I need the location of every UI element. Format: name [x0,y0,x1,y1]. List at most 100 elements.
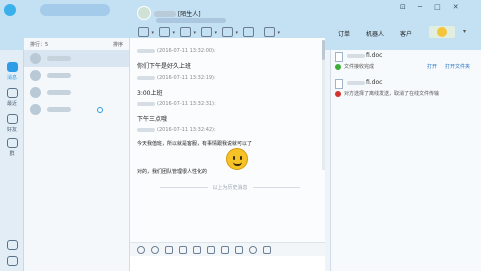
contact-name-blur [47,56,71,61]
window-controls: ⊡ ─ □ ✕ [400,3,459,11]
avatar [30,104,41,115]
voice-call-icon[interactable]: ▾ [138,27,154,37]
contact-name[interactable]: [陌生人] [154,9,234,18]
tab-orders[interactable]: 订单 [338,29,350,38]
sender-name-blur [137,49,155,53]
success-icon [335,63,341,70]
input-toolbar [130,242,325,256]
image-icon[interactable] [179,245,187,254]
more-tabs-icon[interactable]: ▾ [463,28,466,35]
share-screen-icon[interactable]: ▾ [201,27,217,37]
file-name-blur [347,53,365,58]
tab-robot[interactable]: 机器人 [366,29,384,38]
screenshot-icon[interactable] [193,245,201,254]
contact-name-blur [47,107,71,112]
message-time: (2016-07-11 13:32:19): [157,75,216,81]
message-text: 你们下午是好久上班 [137,63,192,70]
list-item[interactable] [24,101,129,118]
list-item[interactable] [24,84,129,101]
file-name: fi.doc [347,52,382,59]
status-area [40,4,110,16]
doc-file-icon [335,79,343,89]
remote-desktop-icon[interactable]: ▾ [180,27,196,37]
gif-icon[interactable] [151,245,159,254]
history-divider: 以上为历史消息 [160,183,301,191]
conversation-list: 排行：5 排序 [24,38,130,271]
nav-item-menu[interactable] [0,256,24,268]
tab-customers[interactable]: 客户 [400,29,412,38]
sort-count: 排行：5 [30,41,49,48]
globe-icon [97,106,103,113]
message-text: 今天我值班，所以就是客服，有事情跟我说就可以了 [137,141,253,147]
contact-avatar[interactable] [137,6,151,20]
smiley-emoji-icon [226,148,248,170]
red-packet-icon[interactable] [249,245,257,254]
group-icon [6,138,18,148]
message-input[interactable] [130,256,325,271]
apps-icon[interactable]: ▾ [264,27,280,37]
contact-name-blur [154,10,176,17]
nav-item-friends[interactable]: 好友 [0,114,24,133]
clock-icon [6,88,18,98]
history-label: 以上为历史消息 [212,184,248,191]
minimize-icon[interactable]: ─ [418,3,422,11]
qq-logo-icon [4,4,16,16]
list-header: 排行：5 排序 [24,38,129,50]
sort-button[interactable]: 排序 [113,41,123,48]
sender-name-blur [137,128,155,132]
contact-signature [156,18,226,23]
sender-name-blur [137,76,155,80]
invite-icon[interactable] [243,27,254,37]
warning-icon [335,90,341,97]
menu-icon [6,256,18,266]
list-item[interactable] [24,50,129,67]
doc-file-icon [335,52,343,62]
list-item[interactable] [24,67,129,84]
pin-icon[interactable]: ⊡ [400,3,406,11]
open-file-link[interactable]: 打开 [427,63,437,70]
file-transfer-item: fi.doc 文件接收完成 打开 打开文件夹 [335,52,480,76]
file-transfer-item: fi.doc 对方选择了离线发送，取消了在线文件传输 [335,79,480,103]
scrollbar-thumb[interactable] [322,40,325,60]
chat-history: (2016-07-11 13:32:00): 你们下午是好久上班 (2016-0… [130,38,325,242]
font-icon[interactable] [165,245,173,254]
contact-name-blur [47,90,71,95]
nav-item-messages[interactable]: 消息 [0,62,24,81]
avatar [30,70,41,81]
calendar-icon[interactable] [235,245,243,254]
message-icon [6,62,18,72]
nav-item-groups[interactable]: 群 [0,138,24,157]
message-meta: (2016-07-11 13:32:31): [137,101,216,107]
chat-history-icon[interactable] [263,245,271,254]
emoji-icon[interactable] [137,245,145,254]
grid-icon [6,240,18,250]
file-transfer-icon[interactable]: ▾ [222,27,238,37]
right-tabs: 订单 机器人 客户 [338,29,412,38]
close-icon[interactable]: ✕ [453,3,459,11]
video-call-icon[interactable]: ▾ [159,27,175,37]
nav-item-recent[interactable]: 最近 [0,88,24,107]
contact-tag: [陌生人] [177,11,201,18]
tab-emoji[interactable] [429,26,455,38]
avatar [30,87,41,98]
message-meta: (2016-07-11 13:32:00): [137,48,216,54]
message-time: (2016-07-11 13:32:00): [157,48,216,54]
open-folder-link[interactable]: 打开文件夹 [445,63,470,70]
chat-scrollbar[interactable] [322,40,325,170]
message-text: 下午三点哦 [137,116,168,123]
folder-icon[interactable] [207,245,215,254]
maximize-icon[interactable]: □ [434,3,441,11]
file-status: 对方选择了离线发送，取消了在线文件传输 [335,90,439,97]
avatar [30,53,41,64]
file-name: fi.doc [347,79,382,86]
message-text: 对的，我们团队管理很人性化的 [137,169,208,175]
message-text: 3:00上班 [137,90,163,97]
message-time: (2016-07-11 13:32:42): [157,127,216,133]
contact-name-blur [47,73,71,78]
nav-item-apps[interactable] [0,240,24,252]
message-meta: (2016-07-11 13:32:42): [137,127,216,133]
message-meta: (2016-07-11 13:32:19): [137,75,216,81]
voice-message-icon[interactable] [221,245,229,254]
message-time: (2016-07-11 13:32:31): [157,101,216,107]
nav-item-label: 好友 [6,127,17,133]
